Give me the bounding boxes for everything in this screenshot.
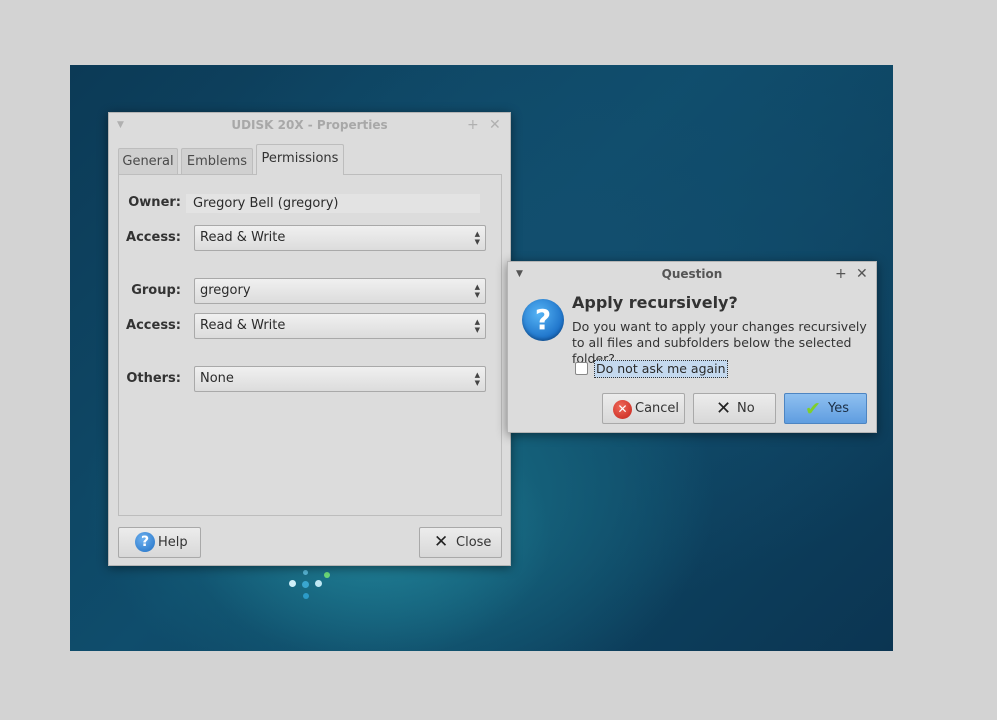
others-value: None	[200, 371, 234, 386]
group-access-value: Read & Write	[200, 318, 286, 333]
question-dialog: ▼ Question + ✕ ? Apply recursively? Do y…	[507, 261, 877, 433]
owner-access-combo[interactable]: Read & Write ▲ ▼	[194, 225, 486, 251]
spinner-icon	[285, 570, 335, 602]
owner-access-label: Access:	[126, 230, 181, 245]
others-label: Others:	[126, 371, 181, 386]
combo-arrows-icon: ▲ ▼	[474, 283, 480, 299]
question-titlebar[interactable]: ▼ Question + ✕	[508, 262, 876, 286]
close-button-label: Close	[456, 535, 492, 550]
checkmark-icon: ✔	[805, 398, 821, 420]
group-label: Group:	[131, 283, 181, 298]
cancel-button-label: Cancel	[635, 401, 680, 416]
no-button-label: No	[737, 401, 755, 416]
pin-icon[interactable]: +	[835, 262, 847, 286]
others-combo[interactable]: None ▲ ▼	[194, 366, 486, 392]
tab-permissions[interactable]: Permissions	[256, 144, 344, 175]
pin-icon[interactable]: +	[467, 113, 479, 137]
cancel-icon: ✕	[613, 400, 632, 419]
do-not-ask-checkbox[interactable]	[575, 362, 588, 375]
properties-window: ▼ UDISK 20X - Properties + ✕ General Emb…	[108, 112, 511, 566]
help-icon: ?	[135, 532, 155, 552]
close-icon[interactable]: ✕	[856, 262, 868, 286]
yes-button[interactable]: ✔ Yes	[784, 393, 867, 424]
owner-access-value: Read & Write	[200, 230, 286, 245]
do-not-ask-label[interactable]: Do not ask me again	[594, 360, 728, 378]
group-combo[interactable]: gregory ▲ ▼	[194, 278, 486, 304]
cancel-button[interactable]: ✕ Cancel	[602, 393, 685, 424]
help-button-label: Help	[158, 535, 188, 550]
group-value: gregory	[200, 283, 251, 298]
chevron-down-icon[interactable]: ▼	[516, 262, 523, 286]
close-button[interactable]: ✕ Close	[419, 527, 502, 558]
owner-value: Gregory Bell (gregory)	[186, 194, 480, 213]
no-button[interactable]: ✕ No	[693, 393, 776, 424]
close-icon[interactable]: ✕	[489, 113, 501, 137]
chevron-down-icon[interactable]: ▼	[117, 113, 124, 137]
combo-arrows-icon: ▲ ▼	[474, 230, 480, 246]
dialog-title: Question	[661, 267, 723, 281]
combo-arrows-icon: ▲ ▼	[474, 371, 480, 387]
close-x-icon: ✕	[434, 532, 449, 552]
dialog-heading: Apply recursively?	[572, 293, 738, 312]
tab-general[interactable]: General	[118, 148, 178, 175]
help-button[interactable]: ? Help	[118, 527, 201, 558]
permissions-pane: Owner: Gregory Bell (gregory) Access: Re…	[118, 174, 502, 516]
no-x-icon: ✕	[716, 398, 732, 419]
properties-titlebar[interactable]: ▼ UDISK 20X - Properties + ✕	[109, 113, 510, 137]
window-title: UDISK 20X - Properties	[231, 118, 388, 132]
group-access-label: Access:	[126, 318, 181, 333]
owner-label: Owner:	[128, 195, 181, 210]
yes-button-label: Yes	[828, 401, 849, 416]
tab-emblems[interactable]: Emblems	[181, 148, 253, 175]
group-access-combo[interactable]: Read & Write ▲ ▼	[194, 313, 486, 339]
question-icon: ?	[522, 299, 564, 341]
combo-arrows-icon: ▲ ▼	[474, 318, 480, 334]
